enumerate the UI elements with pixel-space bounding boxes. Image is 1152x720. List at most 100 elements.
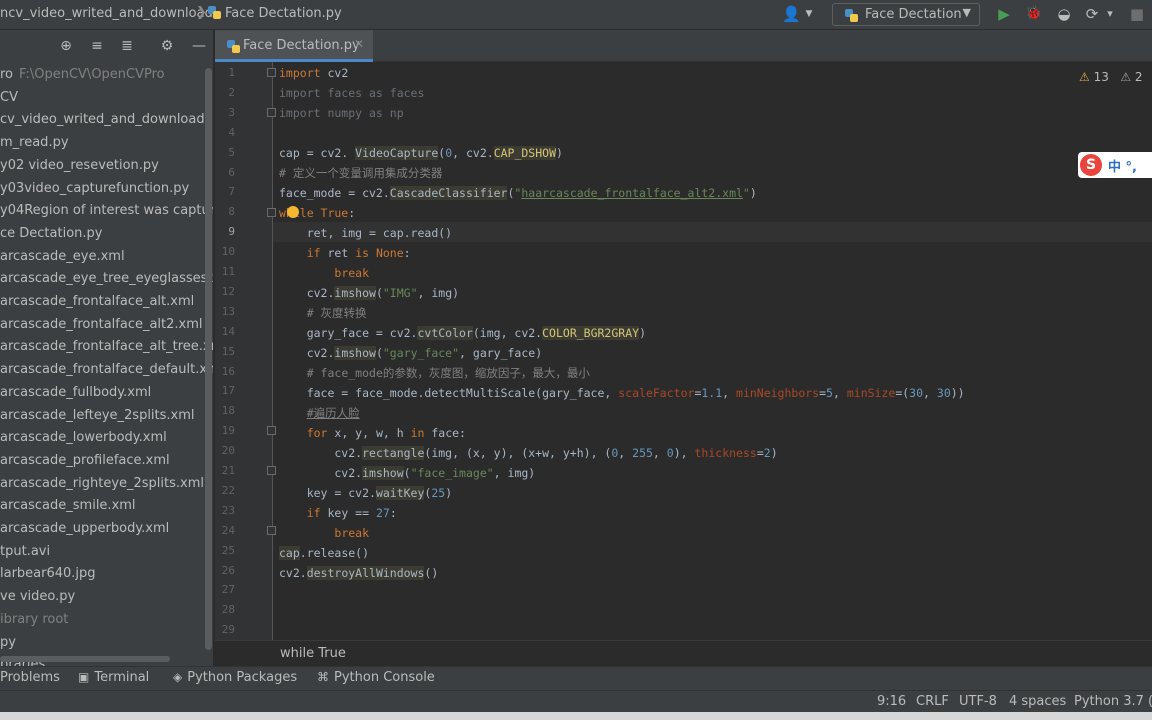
- weak-warning-icon: ⚠: [1120, 70, 1132, 84]
- close-icon[interactable]: ✕: [354, 37, 364, 51]
- file-encoding[interactable]: UTF-8: [959, 694, 997, 709]
- fold-marker[interactable]: [267, 68, 276, 77]
- tree-item-label: py: [0, 634, 16, 650]
- tree-item[interactable]: y03video_capturefunction.py: [0, 178, 189, 200]
- code-line: cv2.rectangle(img, (x, y), (x+w, y+h), (…: [279, 446, 778, 460]
- warning-count: 13: [1093, 70, 1109, 84]
- collapse-all-icon[interactable]: ≣: [118, 37, 136, 55]
- line-number: 6: [228, 165, 235, 179]
- project-scrollbar[interactable]: [205, 68, 212, 650]
- python-packages-tab[interactable]: ◈ Python Packages: [173, 670, 297, 685]
- tree-item[interactable]: arcascade_smile.xml: [0, 495, 136, 517]
- line-number: 10: [221, 245, 235, 259]
- code-line: if ret is None:: [306, 246, 411, 260]
- tree-item[interactable]: ro F:\OpenCV\OpenCVPro: [0, 64, 165, 86]
- tree-item[interactable]: arcascade_frontalface_default.xml: [0, 359, 214, 381]
- tree-item[interactable]: arcascade_upperbody.xml: [0, 518, 169, 540]
- line-number: 3: [228, 105, 235, 119]
- user-icon[interactable]: 👤: [782, 5, 801, 23]
- fold-marker[interactable]: [267, 426, 276, 435]
- tree-item[interactable]: m_read.py: [0, 132, 69, 154]
- navigation-bar: ncv_video_writed_and_download ❯ Face Dec…: [0, 0, 1152, 30]
- tree-item[interactable]: arcascade_profileface.xml: [0, 450, 170, 472]
- gear-icon[interactable]: ⚙: [158, 37, 176, 55]
- problems-tab[interactable]: Problems: [0, 670, 60, 685]
- project-horizontal-scrollbar[interactable]: [0, 656, 170, 662]
- breadcrumb-project[interactable]: ncv_video_writed_and_download: [0, 6, 213, 21]
- run-icon[interactable]: ▶: [995, 5, 1013, 23]
- tree-item[interactable]: arcascade_eye.xml: [0, 246, 125, 268]
- tree-item[interactable]: y04Region of interest was captured.p: [0, 200, 213, 222]
- user-dropdown-icon[interactable]: ▼: [800, 5, 818, 23]
- line-number: 8: [228, 205, 235, 219]
- tree-item[interactable]: arcascade_frontalface_alt2.xml: [0, 314, 203, 336]
- tree-item[interactable]: y02 video_resevetion.py: [0, 155, 159, 177]
- tree-item[interactable]: arcascade_eye_tree_eyeglasses.xml: [0, 268, 213, 290]
- inspection-widget[interactable]: ⚠ 13 ⚠ 2: [1079, 70, 1143, 84]
- tree-item[interactable]: ce Dectation.py: [0, 223, 102, 245]
- tree-item-label: arcascade_smile.xml: [0, 498, 136, 514]
- tree-item-path: F:\OpenCV\OpenCVPro: [19, 67, 165, 82]
- line-number: 11: [221, 265, 235, 278]
- tree-item-label: tput.avi: [0, 543, 51, 559]
- tree-item-label: arcascade_frontalface_default.xml: [0, 362, 214, 378]
- python-config-icon: [845, 9, 858, 22]
- line-separator[interactable]: CRLF: [916, 694, 949, 709]
- fold-marker[interactable]: [267, 208, 276, 217]
- ime-toolbar[interactable]: S 中 °,: [1078, 152, 1152, 178]
- tree-item[interactable]: ibrary root: [0, 609, 68, 631]
- python-interpreter[interactable]: Python 3.7 (C: [1074, 694, 1152, 709]
- tree-item[interactable]: arcascade_righteye_2splits.xml: [0, 473, 204, 495]
- tree-item[interactable]: arcascade_frontalface_alt.xml: [0, 291, 194, 313]
- minimize-icon[interactable]: —: [190, 37, 208, 55]
- tree-item-label: cv_video_writed_and_download: [0, 112, 205, 128]
- code-line: key = cv2.waitKey(25): [279, 486, 453, 500]
- ime-mode-label: 中 °,: [1108, 160, 1137, 175]
- debug-icon[interactable]: 🐞: [1025, 5, 1043, 23]
- breadcrumb-file[interactable]: Face Dectation.py: [208, 6, 342, 21]
- tree-item-label: ce Dectation.py: [0, 225, 103, 241]
- code-editor[interactable]: 1 2 3 4 5 6 7 8 9 10 11 12 13 14 15 16 17 18 19 20 21 22 23 24 2…: [215, 62, 1152, 640]
- tree-item-label: arcascade_profileface.xml: [0, 452, 170, 468]
- problems-tab-label: Problems: [0, 670, 60, 685]
- tab-face-dectation[interactable]: Face Dectation.py ✕: [215, 30, 373, 62]
- profile-icon[interactable]: ⟳: [1083, 5, 1101, 23]
- tree-item[interactable]: arcascade_lefteye_2splits.xml: [0, 405, 195, 427]
- caret-position[interactable]: 9:16: [877, 694, 906, 709]
- line-number: 22: [221, 483, 235, 497]
- code-line: cv2.imshow("IMG", img): [279, 286, 460, 300]
- tree-item[interactable]: CV: [0, 87, 18, 109]
- code-breadcrumb[interactable]: while True: [280, 646, 346, 661]
- python-console-tab[interactable]: ⌘ Python Console: [317, 670, 435, 685]
- run-configuration-select[interactable]: Face Dectation ▼: [832, 3, 980, 26]
- tree-item[interactable]: py: [0, 632, 16, 654]
- indent-setting[interactable]: 4 spaces: [1009, 694, 1066, 709]
- code-line: #遍历人脸: [306, 406, 360, 420]
- line-number: 28: [221, 603, 235, 617]
- coverage-icon[interactable]: ◒: [1055, 5, 1073, 23]
- tree-item-label: ve video.py: [0, 589, 76, 605]
- fold-marker[interactable]: [267, 108, 276, 117]
- tree-item-label: arcascade_frontalface_alt.xml: [0, 294, 195, 309]
- tree-item[interactable]: tput.avi: [0, 541, 50, 563]
- tree-item[interactable]: ve video.py: [0, 586, 75, 608]
- terminal-tab[interactable]: ▣ Terminal: [78, 670, 149, 685]
- tree-item[interactable]: arcascade_fullbody.xml: [0, 382, 151, 404]
- line-number: 4: [228, 125, 235, 139]
- expand-all-icon[interactable]: ≡: [88, 37, 106, 55]
- line-number: 18: [221, 404, 235, 418]
- tree-item[interactable]: arcascade_lowerbody.xml: [0, 427, 167, 449]
- terminal-tab-label: Terminal: [94, 670, 150, 685]
- intention-bulb-icon[interactable]: [287, 206, 299, 218]
- tree-item-label: y03video_capturefunction.py: [0, 180, 190, 196]
- fold-marker[interactable]: [267, 526, 276, 535]
- tree-item[interactable]: larbear640.jpg: [0, 563, 96, 585]
- tree-item[interactable]: cv_video_writed_and_download: [0, 109, 205, 131]
- locate-file-icon[interactable]: ⊕: [57, 37, 75, 55]
- tree-item-label: y02 video_resevetion.py: [0, 157, 159, 173]
- stop-icon[interactable]: ■: [1128, 5, 1146, 23]
- status-bar: 9:16 CRLF UTF-8 4 spaces Python 3.7 (C: [0, 690, 1152, 712]
- tree-item[interactable]: arcascade_frontalface_alt_tree.xml: [0, 336, 213, 358]
- fold-marker[interactable]: [267, 466, 276, 475]
- more-actions-icon[interactable]: ▾: [1101, 5, 1119, 23]
